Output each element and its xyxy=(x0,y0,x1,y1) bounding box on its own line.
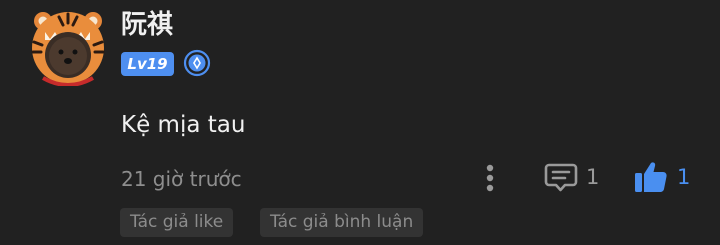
blue-medal-icon xyxy=(183,49,211,77)
avatar[interactable] xyxy=(29,8,107,86)
reply-button[interactable]: 1 xyxy=(544,160,599,194)
comment-icon xyxy=(544,163,578,192)
username[interactable]: 阮祺 xyxy=(121,10,173,40)
like-button[interactable]: 1 xyxy=(633,160,690,194)
thumbs-up-icon xyxy=(635,162,667,192)
tag-author-reply: Tác giả bình luận xyxy=(260,208,424,237)
level-badge: Lv19 xyxy=(121,52,174,76)
comment-text: Kệ mịa tau xyxy=(121,112,246,138)
more-vertical-icon[interactable] xyxy=(479,162,501,194)
reply-count: 1 xyxy=(586,165,600,189)
comment-item: 阮祺 Lv19 Kệ mịa tau 21 giờ trước 1 1 Tác … xyxy=(0,0,720,245)
tiger-hat-avatar-icon xyxy=(31,12,105,86)
like-count: 1 xyxy=(677,165,691,189)
tag-author-like: Tác giả like xyxy=(120,208,234,237)
timestamp: 21 giờ trước xyxy=(121,167,242,191)
